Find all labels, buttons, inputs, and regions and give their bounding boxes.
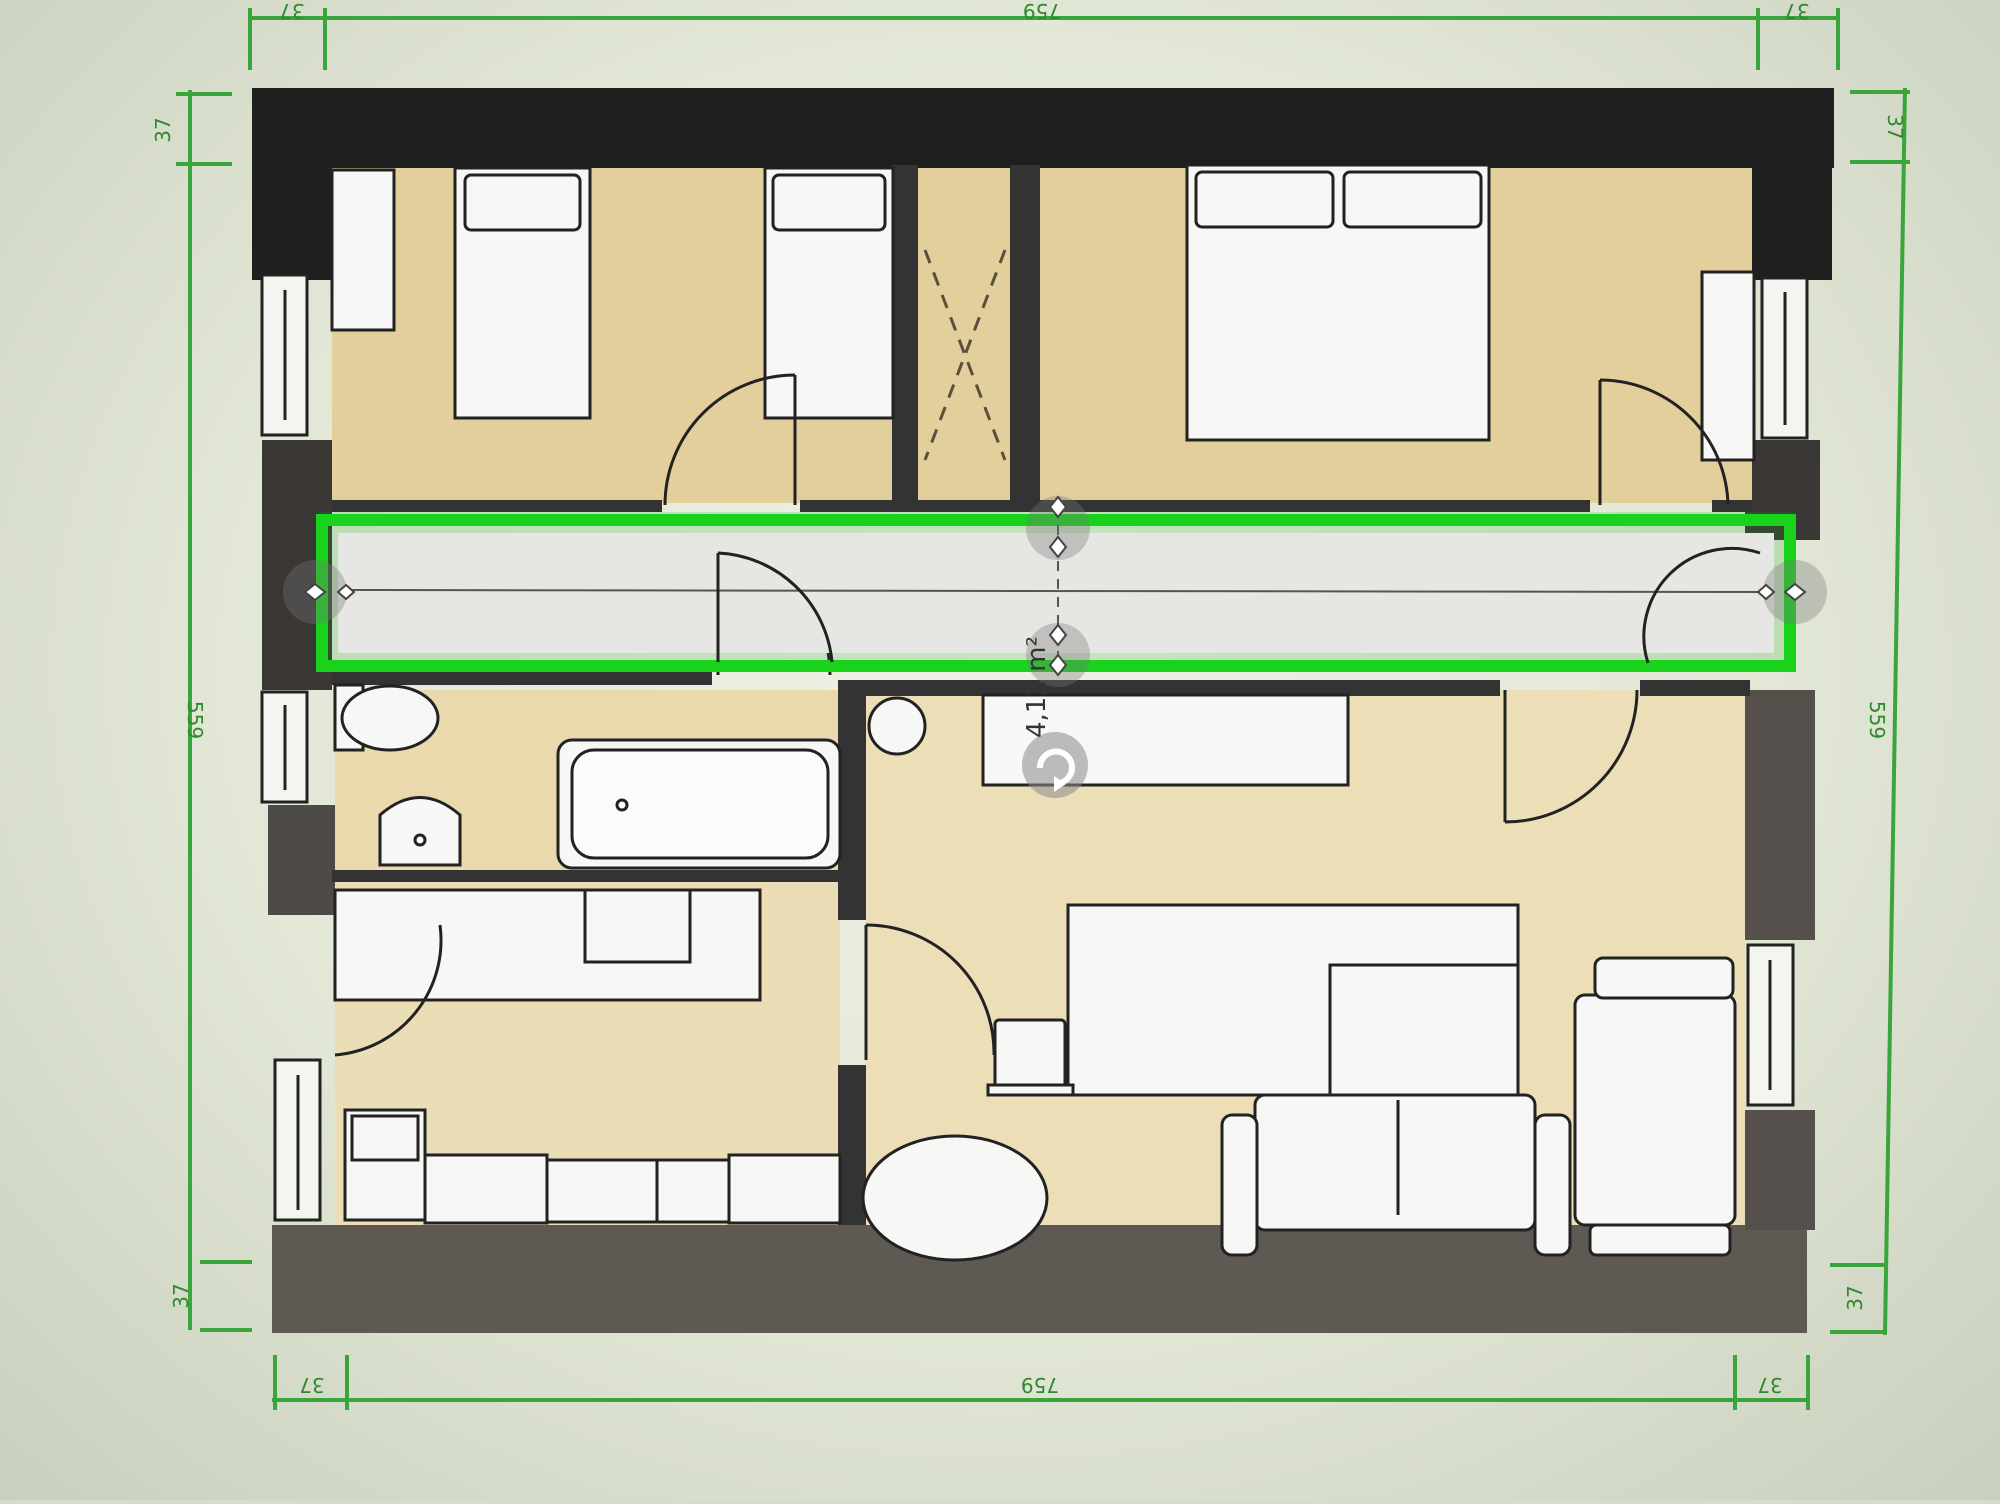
dim-left-bottom: 37: [169, 1283, 193, 1308]
floor-plan-canvas[interactable]: 37 759 37 37 559 37 37 559 37 37 759 37: [0, 0, 2000, 1500]
area-label: 4,12 m²: [1022, 636, 1052, 738]
cabinet-3: [655, 1158, 731, 1224]
kitchen-counter: [333, 888, 762, 1002]
dim-right-total: 559: [1865, 701, 1889, 739]
dim-right-bottom: 37: [1843, 1285, 1867, 1310]
dim-left-top: 37: [151, 117, 175, 142]
sink: [378, 796, 462, 867]
sofa: [1253, 1093, 1537, 1232]
dim-bottom-right: 37: [1757, 1373, 1782, 1397]
cabinet-4: [727, 1153, 842, 1225]
toilet-bowl: [340, 684, 440, 752]
wardrobe-1: [330, 168, 396, 332]
rotate-icon[interactable]: [1022, 732, 1088, 798]
coffee-table: [861, 1134, 1049, 1262]
cabinet-2: [545, 1158, 659, 1224]
closet-floor: [918, 168, 1010, 503]
dim-right-top: 37: [1883, 114, 1907, 139]
armchair: [1573, 993, 1737, 1227]
dim-top-left: 37: [279, 0, 304, 23]
dim-top-total: 759: [1023, 0, 1061, 23]
dim-left-total: 559: [183, 701, 207, 739]
chair: [993, 1018, 1067, 1092]
dim-top-right: 37: [1784, 0, 1809, 23]
dim-bottom-left: 37: [299, 1373, 324, 1397]
diamond-handle-icon[interactable]: [1026, 495, 1090, 560]
dim-bottom-total: 759: [1021, 1373, 1059, 1397]
cabinet-1: [423, 1153, 549, 1225]
washbasin-round: [867, 696, 927, 756]
app-screen: 37 759 37 37 559 37 37 559 37 37 759 37: [0, 0, 2000, 1500]
wardrobe-2: [1700, 270, 1756, 462]
